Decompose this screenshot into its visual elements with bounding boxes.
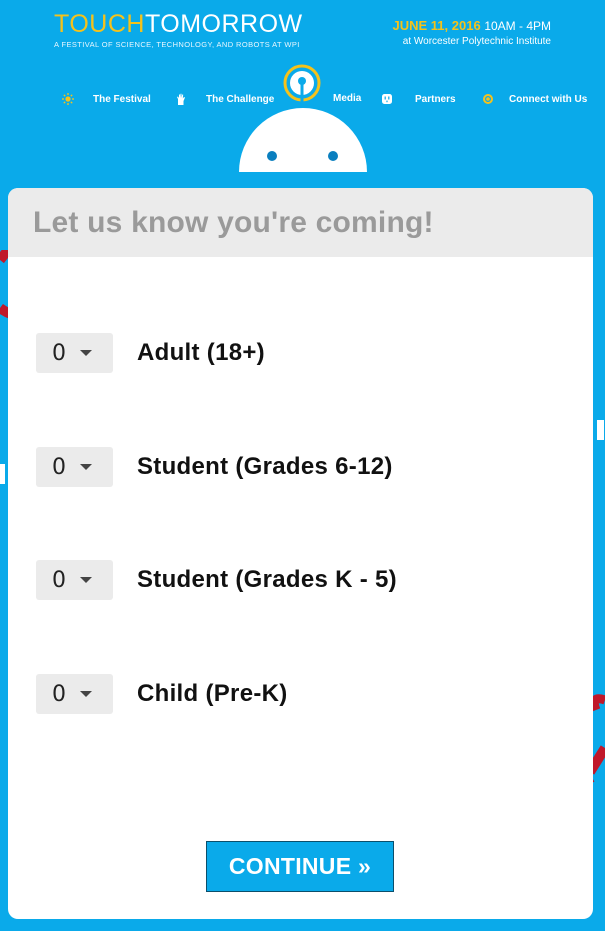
nav-item-partners[interactable]: Partners <box>381 93 456 105</box>
student-6-12-quantity-value: 0 <box>52 454 66 480</box>
logo-touch-text: TOUCH <box>54 10 145 38</box>
rsvp-card: Let us know you're coming! 0 Adult (18+)… <box>8 188 593 919</box>
adult-quantity-select[interactable]: 0 <box>36 333 113 373</box>
card-header: Let us know you're coming! <box>8 188 593 257</box>
robot-mascot-icon <box>239 64 367 172</box>
outlet-icon <box>382 94 392 104</box>
event-location: at Worcester Polytechnic Institute <box>402 36 551 47</box>
event-time: 10AM - 4PM <box>484 19 551 33</box>
child-label: Child (Pre-K) <box>137 680 288 707</box>
chevron-down-icon <box>80 577 92 583</box>
sun-icon <box>62 93 74 105</box>
child-quantity-value: 0 <box>52 681 66 707</box>
nav-label-partners: Partners <box>415 93 456 105</box>
circle-icon <box>483 94 493 104</box>
student-6-12-label: Student (Grades 6-12) <box>137 453 393 480</box>
ticket-row-student-k-5: 0 Student (Grades K - 5) <box>36 560 397 600</box>
event-info: JUNE 11, 2016 10AM - 4PM at Worcester Po… <box>393 17 552 49</box>
student-k-5-label: Student (Grades K - 5) <box>137 566 397 593</box>
hand-icon <box>177 93 185 105</box>
adult-quantity-value: 0 <box>52 340 66 366</box>
child-quantity-select[interactable]: 0 <box>36 674 113 714</box>
student-6-12-quantity-select[interactable]: 0 <box>36 447 113 487</box>
nav-item-connect[interactable]: Connect with Us <box>482 93 587 105</box>
continue-button[interactable]: CONTINUE » <box>206 841 394 892</box>
event-date: JUNE 11, 2016 <box>392 18 481 33</box>
ticket-row-student-6-12: 0 Student (Grades 6-12) <box>36 447 393 487</box>
chevron-down-icon <box>80 350 92 356</box>
ticket-row-child: 0 Child (Pre-K) <box>36 674 288 714</box>
card-title: Let us know you're coming! <box>33 205 434 239</box>
adult-label: Adult (18+) <box>137 339 265 366</box>
student-k-5-quantity-select[interactable]: 0 <box>36 560 113 600</box>
nav-label-connect: Connect with Us <box>509 93 588 105</box>
chevron-down-icon <box>80 691 92 697</box>
edge-decoration <box>597 420 604 440</box>
logo-tomorrow-text: TOMORROW <box>144 10 303 38</box>
ticket-row-adult: 0 Adult (18+) <box>36 333 265 373</box>
nav-label-festival: The Festival <box>93 93 151 105</box>
site-logo[interactable]: TOUCHTOMORROW A FESTIVAL OF SCIENCE, TEC… <box>54 10 303 49</box>
student-k-5-quantity-value: 0 <box>52 567 66 593</box>
chevron-down-icon <box>80 464 92 470</box>
logo-tagline: A FESTIVAL OF SCIENCE, TECHNOLOGY, AND R… <box>54 40 300 49</box>
edge-decoration-left <box>0 464 5 484</box>
nav-item-festival[interactable]: The Festival <box>62 93 151 105</box>
